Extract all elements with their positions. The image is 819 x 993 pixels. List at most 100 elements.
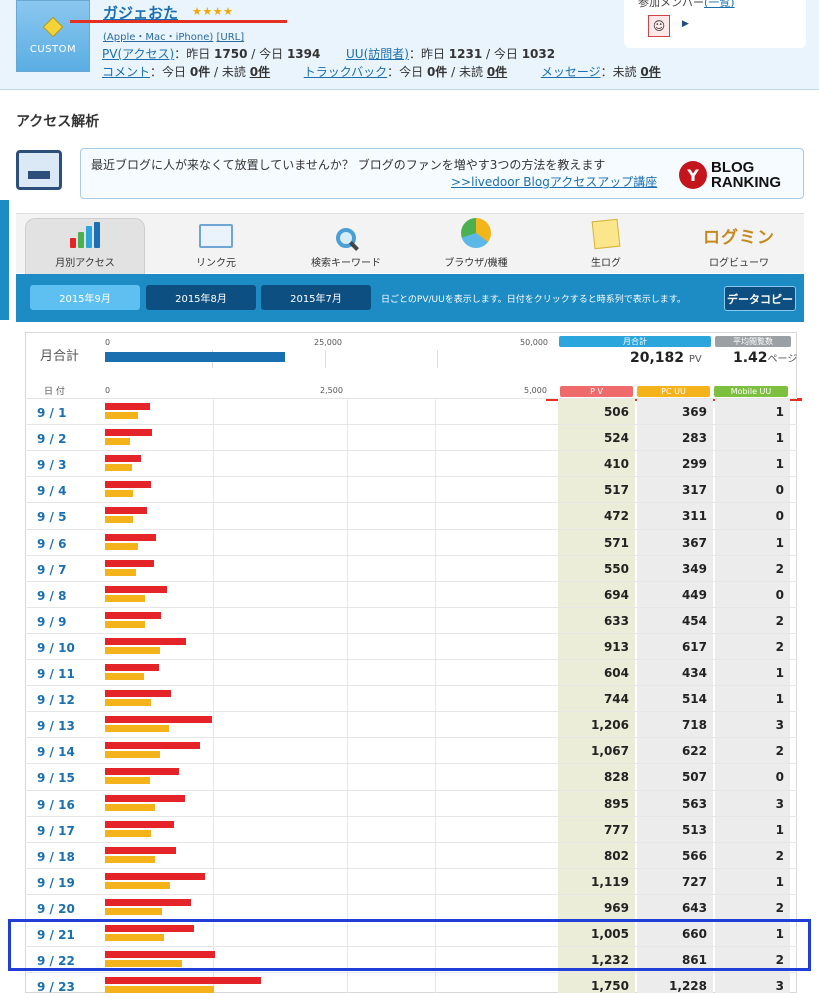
- pv-bar: [105, 403, 151, 410]
- table-row: 9 / 19 1,119 727 1: [25, 867, 797, 895]
- date-link[interactable]: 9 / 1: [37, 406, 66, 420]
- grid-line: [347, 686, 348, 713]
- pc-uu-cell: 349: [637, 555, 713, 582]
- monitor-icon: [16, 150, 62, 190]
- device-link[interactable]: (Apple・Mac・iPhone): [103, 32, 213, 43]
- comment-link[interactable]: コメント: [102, 65, 150, 79]
- pv-bar: [105, 768, 179, 776]
- message-link[interactable]: メッセージ: [541, 65, 601, 79]
- mobile-uu-cell: 3: [715, 790, 790, 817]
- pv-cell: 969: [558, 894, 635, 921]
- table-row: 9 / 2 524 283 1: [25, 424, 797, 452]
- date-link[interactable]: 9 / 9: [37, 615, 66, 629]
- url-link[interactable]: [URL]: [216, 32, 244, 43]
- promo-link[interactable]: >>livedoor Blogアクセスアップ講座: [451, 173, 657, 190]
- grid-line: [435, 555, 436, 582]
- date-link[interactable]: 9 / 8: [37, 589, 66, 603]
- avatar[interactable]: ☺: [648, 15, 670, 37]
- pv-cell: 410: [558, 451, 635, 478]
- date-link[interactable]: 9 / 23: [37, 980, 75, 993]
- date-link[interactable]: 9 / 4: [37, 484, 66, 498]
- ranking-line-2: RANKING: [711, 174, 781, 191]
- pv-cell: 604: [558, 660, 635, 686]
- date-link[interactable]: 9 / 17: [37, 824, 75, 838]
- tab-search-keywords[interactable]: 検索キーワード: [296, 214, 396, 274]
- custom-badge[interactable]: CUSTOM: [16, 0, 90, 72]
- date-link[interactable]: 9 / 14: [37, 745, 75, 759]
- tab-raw-log[interactable]: 生ログ: [556, 214, 656, 274]
- pc-uu-bar: [105, 620, 146, 628]
- trackback-link[interactable]: トラックバック: [304, 65, 387, 79]
- tab-browser[interactable]: ブラウザ/機種: [426, 214, 526, 274]
- date-link[interactable]: 9 / 5: [37, 510, 66, 524]
- tab-referrer[interactable]: リンク元: [166, 214, 266, 274]
- comment-unread-link[interactable]: 0件: [250, 65, 270, 79]
- date-link[interactable]: 9 / 13: [37, 719, 75, 733]
- pv-bar: [105, 977, 261, 985]
- trackback-unread-link[interactable]: 0件: [487, 65, 507, 79]
- pv-cell: 571: [558, 529, 635, 556]
- pv-bar: [105, 455, 142, 463]
- members-list-link[interactable]: (一覧): [704, 0, 735, 9]
- left-edge-strip: [0, 200, 9, 320]
- mobile-uu-cell: 1: [715, 451, 790, 478]
- date-link[interactable]: 9 / 16: [37, 798, 75, 812]
- promo-banner: 最近ブログに人が来なくて放置していませんか？ ブログのファンを増やす3つの方法を…: [80, 148, 804, 199]
- table-row: 9 / 15 828 507 0: [25, 763, 797, 791]
- month-button-2015-09[interactable]: 2015年9月: [30, 285, 140, 310]
- grid-line: [213, 451, 214, 478]
- grid-line: [347, 816, 348, 843]
- pv-bar: [105, 846, 177, 854]
- summary-tick: 25,000: [314, 338, 342, 347]
- pc-uu-bar: [105, 594, 145, 602]
- pv-cell: 913: [558, 633, 635, 660]
- data-copy-button[interactable]: データコピー: [724, 286, 796, 311]
- grid-line: [347, 633, 348, 660]
- pv-link[interactable]: PV(アクセス): [102, 47, 174, 61]
- date-link[interactable]: 9 / 18: [37, 850, 75, 864]
- uu-yesterday: 1231: [448, 47, 483, 61]
- month-button-2015-08[interactable]: 2015年8月: [146, 285, 256, 310]
- pv-bar: [105, 637, 187, 645]
- monthly-total-label: 月合計: [40, 349, 80, 364]
- date-link[interactable]: 9 / 15: [37, 771, 75, 785]
- grid-line: [347, 712, 348, 739]
- date-link[interactable]: 9 / 3: [37, 458, 66, 472]
- tab-log-viewer[interactable]: ログミン ログビューワ: [684, 214, 794, 274]
- table-row: 9 / 3 410 299 1: [25, 450, 797, 478]
- date-link[interactable]: 9 / 19: [37, 876, 75, 890]
- triangle-right-icon[interactable]: ▶: [682, 19, 689, 29]
- tab-monthly-access[interactable]: 月別アクセス: [25, 218, 145, 274]
- uu-link[interactable]: UU(訪問者): [346, 47, 409, 61]
- table-tick: 5,000: [524, 386, 547, 395]
- pc-uu-bar: [105, 855, 156, 863]
- message-unread-link[interactable]: 0件: [640, 65, 660, 79]
- pc-uu-bar: [105, 986, 215, 993]
- pv-cell: 1,119: [558, 868, 635, 895]
- date-link[interactable]: 9 / 12: [37, 693, 75, 707]
- date-link[interactable]: 9 / 11: [37, 667, 75, 681]
- blog-ranking-logo[interactable]: Y BLOG RANKING: [679, 155, 795, 195]
- grid-line: [347, 894, 348, 921]
- grid-line: [347, 581, 348, 608]
- date-link[interactable]: 9 / 6: [37, 537, 66, 551]
- pv-cell: 694: [558, 581, 635, 608]
- pv-bar: [105, 533, 156, 541]
- table-tick: 2,500: [320, 386, 343, 395]
- pv-uu-stats: PV(アクセス)：昨日 1750 / 今日 1394 UU(訪問者)：昨日 12…: [102, 47, 556, 61]
- date-link[interactable]: 9 / 10: [37, 641, 75, 655]
- mobile-uu-cell: 2: [715, 842, 790, 869]
- monthly-total-bar: [105, 352, 285, 362]
- date-link[interactable]: 9 / 7: [37, 563, 66, 577]
- summary-tick: 0: [105, 338, 111, 347]
- pc-uu-bar: [105, 907, 163, 915]
- month-button-2015-07[interactable]: 2015年7月: [261, 285, 371, 310]
- table-row: 9 / 23 1,750 1,228 3: [25, 972, 797, 993]
- mobile-uu-cell: 1: [715, 660, 790, 686]
- pv-bar: [105, 898, 192, 906]
- members-label: 参加メンバー(一覧): [638, 0, 735, 10]
- pv-bar: [105, 664, 159, 671]
- mobile-uu-cell: 2: [715, 738, 790, 765]
- date-link[interactable]: 9 / 2: [37, 432, 66, 446]
- date-link[interactable]: 9 / 20: [37, 902, 75, 916]
